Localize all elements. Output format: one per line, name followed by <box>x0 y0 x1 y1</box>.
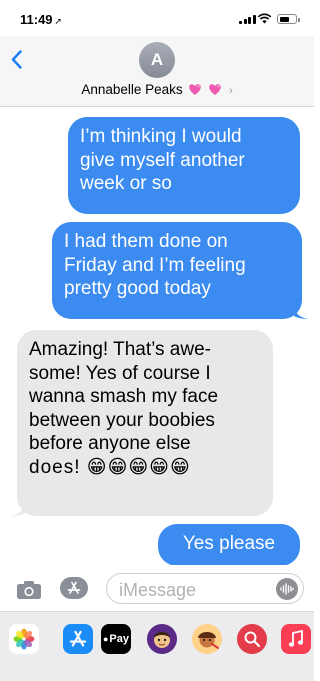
message-bubble-outgoing[interactable]: Yes please <box>158 524 300 566</box>
image-search-app-icon[interactable] <box>237 624 267 654</box>
message-bubble-incoming[interactable]: Amazing! That’s awe- some! Yes of course… <box>11 330 273 516</box>
apple-pay-app-icon[interactable]: ● Pay <box>101 624 131 654</box>
chevron-right-icon: › <box>228 85 233 97</box>
location-arrow-icon: ➚ <box>54 16 63 26</box>
contact-name-row[interactable]: Annabelle Peaks › <box>0 82 314 97</box>
memoji-app-icon[interactable] <box>147 624 177 654</box>
status-time: 11:49 <box>20 12 53 27</box>
back-chevron-icon[interactable] <box>11 50 22 69</box>
status-bar: 11:49 ➚ <box>0 0 314 36</box>
audio-message-icon[interactable] <box>276 578 298 600</box>
memoji-stickers-app-icon[interactable] <box>192 624 222 654</box>
camera-icon[interactable] <box>16 580 42 600</box>
bubble-tail <box>294 303 308 319</box>
app-store-button[interactable] <box>60 577 88 599</box>
pink-heart-icon <box>189 84 202 95</box>
app-store-icon <box>67 581 81 594</box>
music-app-icon[interactable] <box>281 624 311 654</box>
conversation-header: A Annabelle Peaks › <box>0 36 314 107</box>
contact-avatar[interactable]: A <box>139 42 175 78</box>
cellular-signal-icon <box>239 15 256 24</box>
avatar-initial: A <box>150 50 164 69</box>
app-drawer: ● Pay <box>0 611 314 681</box>
message-bubble-outgoing[interactable]: I’m thinking I would give myself another… <box>68 117 300 214</box>
apple-logo-icon: ● <box>102 634 109 644</box>
battery-icon <box>277 14 300 24</box>
compose-bar: iMessage <box>0 565 314 611</box>
message-input[interactable]: iMessage <box>106 573 304 604</box>
message-input-placeholder: iMessage <box>119 580 197 600</box>
photos-app-icon[interactable] <box>9 624 39 654</box>
bubble-tail <box>11 500 25 516</box>
app-store-app-icon[interactable] <box>63 624 93 654</box>
pink-heart-icon <box>209 84 221 95</box>
contact-name: Annabelle Peaks <box>81 82 183 97</box>
message-bubble-outgoing[interactable]: I had them done on Friday and I’m feelin… <box>52 222 308 319</box>
wifi-icon <box>257 13 272 24</box>
